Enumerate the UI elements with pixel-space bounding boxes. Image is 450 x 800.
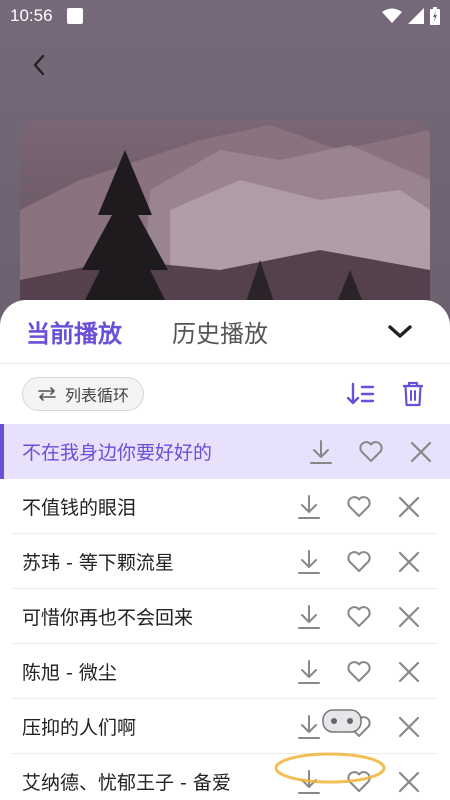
song-list: 不在我身边你要好好的 不值钱的眼泪 苏玮 - 等下颗流星 可惜你再也不会回来 陈… (0, 424, 450, 800)
close-icon (398, 661, 420, 682)
repeat-icon (38, 387, 56, 401)
heart-icon (359, 440, 383, 462)
playlist-sheet: 当前播放 历史播放 列表循环 不在我身边你要好好的 不值钱的眼泪 苏玮 - 等下… (0, 300, 450, 800)
heart-icon (347, 495, 371, 517)
song-row[interactable]: 陈旭 - 微尘 (0, 644, 438, 699)
row-actions (294, 602, 438, 632)
song-title: 压抑的人们啊 (22, 717, 137, 739)
song-title: 可惜你再也不会回来 (22, 607, 194, 629)
sort-button[interactable] (346, 379, 376, 409)
row-actions (294, 492, 438, 522)
trash-icon (403, 381, 423, 407)
download-button[interactable] (294, 547, 324, 577)
heart-icon (347, 605, 371, 627)
download-button[interactable] (294, 657, 324, 687)
favorite-button[interactable] (344, 547, 374, 577)
download-button[interactable] (294, 712, 324, 742)
download-icon (298, 769, 320, 794)
favorite-button[interactable] (344, 712, 374, 742)
heart-icon (347, 770, 371, 792)
play-mode-button[interactable]: 列表循环 (22, 377, 145, 411)
tab-current-playing[interactable]: 当前播放 (26, 314, 122, 349)
remove-button[interactable] (394, 657, 424, 687)
song-row[interactable]: 不在我身边你要好好的 (0, 424, 450, 479)
chevron-down-icon (388, 325, 412, 338)
remove-button[interactable] (394, 712, 424, 742)
play-mode-label: 列表循环 (65, 386, 130, 405)
close-icon (398, 496, 420, 517)
wifi-icon (382, 8, 402, 23)
status-time: 10:56 (10, 6, 53, 25)
remove-button[interactable] (394, 547, 424, 577)
song-row[interactable]: 可惜你再也不会回来 (0, 589, 438, 644)
download-button[interactable] (294, 602, 324, 632)
song-row[interactable]: 不值钱的眼泪 (0, 479, 438, 534)
song-title: 苏玮 - 等下颗流星 (22, 552, 174, 574)
remove-button[interactable] (394, 767, 424, 797)
song-title: 陈旭 - 微尘 (22, 662, 117, 684)
tab-bar: 当前播放 历史播放 (0, 300, 450, 364)
favorite-button[interactable] (344, 657, 374, 687)
download-button[interactable] (306, 437, 336, 467)
heart-icon (347, 550, 371, 572)
close-icon (398, 606, 420, 627)
close-icon (398, 771, 420, 792)
remove-button[interactable] (394, 492, 424, 522)
favorite-button[interactable] (344, 492, 374, 522)
battery-icon (430, 7, 440, 25)
toolbar-actions (346, 379, 428, 409)
favorite-button[interactable] (356, 437, 386, 467)
download-icon (298, 494, 320, 519)
back-button[interactable] (24, 50, 54, 80)
notification-icon (66, 8, 83, 24)
row-actions (294, 657, 438, 687)
song-title: 不值钱的眼泪 (22, 497, 137, 519)
song-title: 艾纳德、忧郁王子 - 备爱 (22, 772, 231, 794)
song-row[interactable]: 艾纳德、忧郁王子 - 备爱 (0, 754, 438, 800)
close-icon (410, 441, 432, 462)
playlist-toolbar: 列表循环 (0, 364, 450, 424)
remove-button[interactable] (406, 437, 436, 467)
chevron-left-icon (33, 54, 45, 76)
song-row[interactable]: 压抑的人们啊 (0, 699, 438, 754)
download-icon (298, 604, 320, 629)
heart-icon (347, 715, 371, 737)
download-icon (298, 659, 320, 684)
download-icon (310, 439, 332, 464)
row-actions (294, 767, 438, 797)
download-icon (298, 714, 320, 739)
heart-icon (347, 660, 371, 682)
clear-list-button[interactable] (398, 379, 428, 409)
signal-icon (408, 8, 424, 24)
song-title: 不在我身边你要好好的 (22, 442, 213, 464)
remove-button[interactable] (394, 602, 424, 632)
status-bar: 10:56 (0, 0, 450, 32)
close-icon (398, 551, 420, 572)
row-actions (306, 437, 450, 467)
download-icon (298, 549, 320, 574)
download-button[interactable] (294, 767, 324, 797)
tab-history[interactable]: 历史播放 (172, 314, 268, 349)
favorite-button[interactable] (344, 767, 374, 797)
favorite-button[interactable] (344, 602, 374, 632)
row-actions (294, 547, 438, 577)
sort-icon (347, 382, 375, 405)
close-icon (398, 716, 420, 737)
collapse-button[interactable] (384, 318, 416, 346)
download-button[interactable] (294, 492, 324, 522)
song-row[interactable]: 苏玮 - 等下颗流星 (0, 534, 438, 589)
row-actions (294, 712, 438, 742)
status-icons (382, 7, 440, 25)
